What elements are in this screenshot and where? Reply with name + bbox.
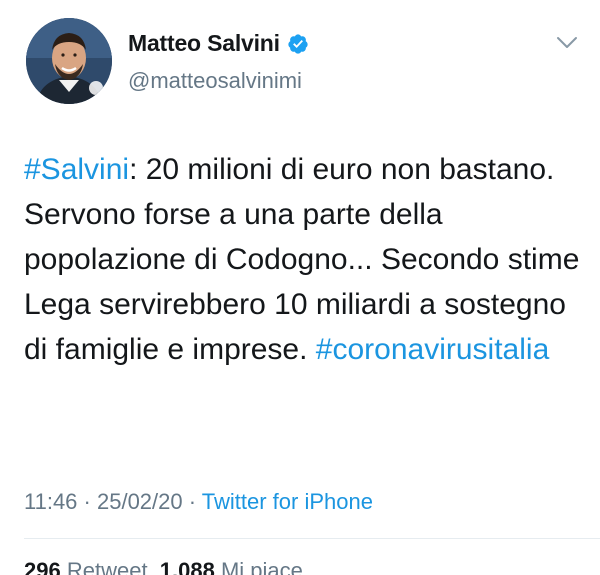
tweet-date[interactable]: 25/02/20 xyxy=(97,489,183,514)
tweet-stats: 296 Retweet 1.088 Mi piace xyxy=(24,558,303,575)
divider xyxy=(24,538,600,539)
retweets-label[interactable]: Retweet xyxy=(67,558,148,575)
verified-badge-icon xyxy=(288,33,308,54)
chevron-down-icon[interactable] xyxy=(556,36,578,50)
likes-label[interactable]: Mi piace xyxy=(221,558,303,575)
tweet-meta: 11:46 · 25/02/20 · Twitter for iPhone xyxy=(24,489,373,515)
tweet-card: Matteo Salvini @matteosalvinimi #Salvini… xyxy=(0,0,600,575)
author-handle[interactable]: @matteosalvinimi xyxy=(128,68,302,94)
author-name[interactable]: Matteo Salvini xyxy=(128,30,280,57)
tweet-time[interactable]: 11:46 xyxy=(24,489,77,514)
tweet-source[interactable]: Twitter for iPhone xyxy=(202,489,373,514)
hashtag-salvini[interactable]: #Salvini xyxy=(24,153,129,186)
hashtag-coronavirusitalia[interactable]: #coronavirusitalia xyxy=(316,333,549,366)
author-name-row: Matteo Salvini xyxy=(128,30,309,57)
meta-separator: · xyxy=(77,489,97,514)
tweet-text: #Salvini: 20 milioni di euro non bastano… xyxy=(24,147,584,372)
retweets-count[interactable]: 296 xyxy=(24,558,61,575)
likes-count[interactable]: 1.088 xyxy=(160,558,215,575)
meta-separator: · xyxy=(182,489,202,514)
avatar[interactable] xyxy=(26,18,112,104)
